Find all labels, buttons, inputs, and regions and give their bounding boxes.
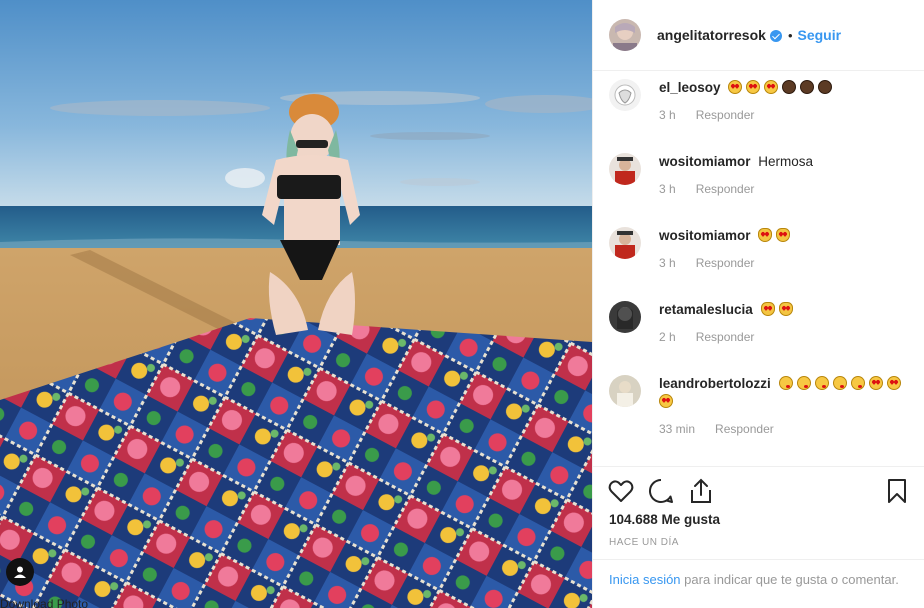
bookmark-icon[interactable] <box>883 477 911 505</box>
heart-eyes-emoji-icon <box>886 376 901 390</box>
kiss-emoji-icon <box>814 376 829 390</box>
beach-photo <box>0 0 592 608</box>
commenter-avatar[interactable] <box>609 375 641 407</box>
heart-eyes-emoji-icon <box>746 80 761 94</box>
comment-time[interactable]: 3 h <box>659 182 676 196</box>
author-username[interactable]: angelitatorresok <box>657 27 766 43</box>
post-side-panel: angelitatorresok • Seguir el_leosoy 3 h … <box>592 0 924 608</box>
heart-eyes-emoji-icon <box>728 80 743 94</box>
post-actions: 104.688 Me gusta HACE UN DÍA <box>593 466 924 548</box>
user-icon[interactable] <box>6 558 34 586</box>
reply-button[interactable]: Responder <box>696 330 755 344</box>
login-prompt-text: para indicar que te gusta o comentar. <box>684 572 899 587</box>
face-emoji-icon <box>800 80 815 94</box>
comment-emojis <box>758 228 794 243</box>
commenter-avatar[interactable] <box>609 153 641 185</box>
heart-eyes-cat-emoji-icon <box>778 302 793 316</box>
reply-button[interactable]: Responder <box>696 108 755 122</box>
post-header: angelitatorresok • Seguir <box>593 0 924 71</box>
face-emoji-icon <box>782 80 797 94</box>
comment-item: el_leosoy 3 h Responder <box>609 79 909 122</box>
heart-eyes-emoji-icon <box>764 80 779 94</box>
reply-button[interactable]: Responder <box>715 422 774 436</box>
follow-button[interactable]: Seguir <box>798 27 842 43</box>
comment-emojis <box>760 302 797 317</box>
face-emoji-icon <box>818 80 833 94</box>
comment-time[interactable]: 33 min <box>659 422 695 436</box>
comment-text: Hermosa <box>758 154 814 169</box>
reply-button[interactable]: Responder <box>696 256 755 270</box>
login-prompt: Inicia sesión para indicar que te gusta … <box>593 559 924 589</box>
author-avatar[interactable] <box>609 19 641 51</box>
heart-icon[interactable] <box>607 477 635 505</box>
reply-button[interactable]: Responder <box>696 182 755 196</box>
comment-emojis <box>728 80 836 95</box>
login-link[interactable]: Inicia sesión <box>609 572 681 587</box>
heart-eyes-cat-emoji-icon <box>776 228 791 242</box>
kiss-emoji-icon <box>832 376 847 390</box>
heart-eyes-emoji-icon <box>868 376 883 390</box>
post-timestamp[interactable]: HACE UN DÍA <box>593 537 924 548</box>
comment-username[interactable]: wositomiamor <box>659 154 751 169</box>
comment-icon[interactable] <box>647 477 675 505</box>
comment-username[interactable]: wositomiamor <box>659 228 751 243</box>
post-photo[interactable]: Download Photo <box>0 0 592 608</box>
comment-time[interactable]: 3 h <box>659 108 676 122</box>
comment-username[interactable]: leandrobertolozzi <box>659 376 771 391</box>
comment-item: wositomiamor 3 h Responder <box>609 227 909 270</box>
heart-eyes-emoji-icon <box>659 394 673 408</box>
comment-username[interactable]: el_leosoy <box>659 80 721 95</box>
comments-list: el_leosoy 3 h Responder wositomiamor Her… <box>593 72 924 465</box>
comment-username[interactable]: retamaleslucia <box>659 302 753 317</box>
commenter-avatar[interactable] <box>609 301 641 333</box>
heart-eyes-cat-emoji-icon <box>758 228 773 242</box>
kiss-emoji-icon <box>796 376 811 390</box>
verified-icon <box>769 30 782 42</box>
action-icons-row <box>593 467 924 515</box>
separator: • <box>787 27 793 43</box>
comment-item: leandrobertolozzi 33 min Responder <box>609 375 909 436</box>
share-icon[interactable] <box>687 477 715 505</box>
download-photo-link[interactable]: Download Photo <box>0 597 88 608</box>
commenter-avatar[interactable] <box>609 79 641 111</box>
commenter-avatar[interactable] <box>609 227 641 259</box>
comment-item: retamaleslucia 2 h Responder <box>609 301 909 344</box>
heart-eyes-cat-emoji-icon <box>760 302 775 316</box>
comment-item: wositomiamor Hermosa 3 h Responder <box>609 153 909 196</box>
kiss-emoji-icon <box>778 376 793 390</box>
comment-time[interactable]: 2 h <box>659 330 676 344</box>
comment-time[interactable]: 3 h <box>659 256 676 270</box>
likes-count[interactable]: 104.688 Me gusta <box>593 512 924 527</box>
kiss-emoji-icon <box>850 376 865 390</box>
